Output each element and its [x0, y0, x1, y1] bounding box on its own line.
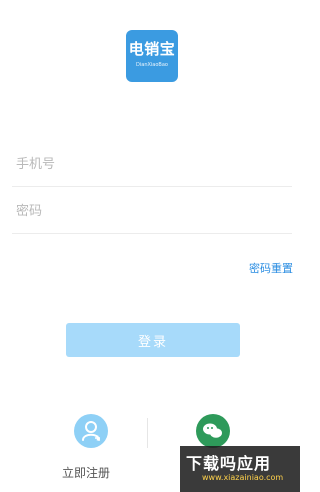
logo-title: 电销宝	[128, 40, 176, 58]
login-button[interactable]: 登录	[66, 323, 240, 357]
bottom-divider	[147, 418, 148, 448]
watermark-url: www.xiazainiao.com	[202, 473, 284, 482]
register-label[interactable]: 立即注册	[62, 464, 110, 481]
reset-password-link[interactable]: 密码重置	[249, 260, 293, 276]
register-icon[interactable]	[74, 414, 108, 448]
password-field	[12, 189, 292, 234]
password-input[interactable]	[16, 189, 286, 233]
watermark: 下载吗应用 www.xiazainiao.com	[180, 446, 300, 492]
watermark-title: 下载吗应用	[186, 454, 272, 473]
logo-subtitle: DianXiaoBao	[136, 62, 168, 68]
wechat-icon[interactable]	[196, 414, 230, 448]
phone-field	[12, 142, 292, 187]
phone-input[interactable]	[16, 142, 286, 186]
app-logo: 电销宝 DianXiaoBao	[126, 30, 178, 82]
